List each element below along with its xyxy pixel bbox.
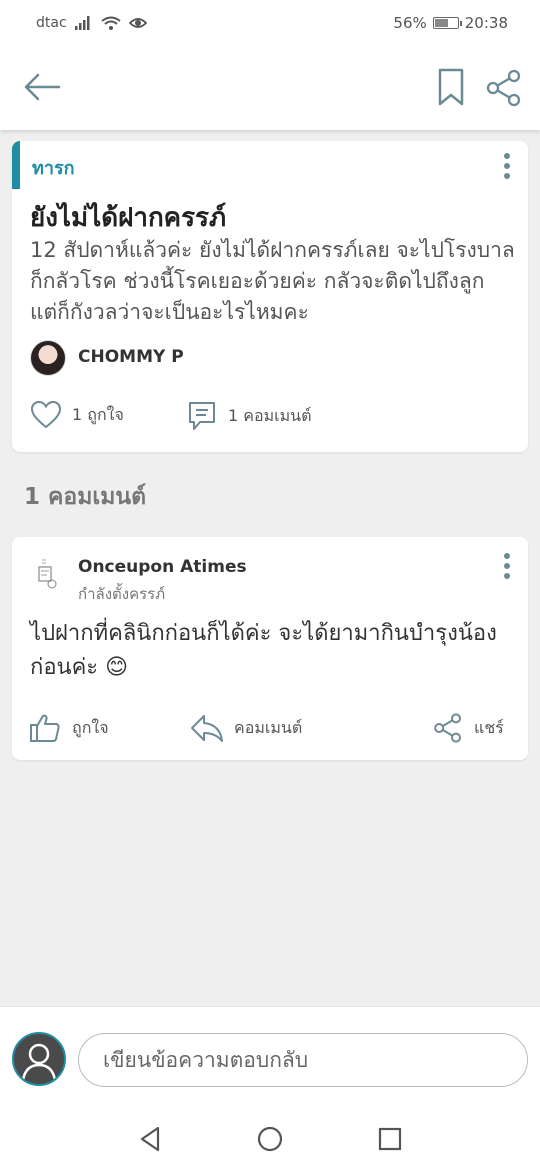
share-button[interactable]	[484, 68, 524, 108]
reply-icon	[191, 715, 223, 742]
commenter-avatar[interactable]	[30, 557, 66, 593]
category-accent-bar	[12, 141, 20, 189]
battery-icon	[432, 17, 462, 29]
bookmark-button[interactable]	[434, 66, 468, 110]
reply-bar	[0, 1006, 540, 1108]
app-bar	[0, 46, 540, 130]
arrow-left-icon	[24, 73, 61, 101]
comment-like-button[interactable]: ถูกใจ	[28, 712, 109, 744]
like-button[interactable]: 1 ถูกใจ	[30, 400, 124, 430]
status-left: dtac	[36, 15, 147, 31]
heart-icon	[30, 400, 62, 429]
comment-share-label: แชร์	[474, 717, 504, 737]
battery-fill	[434, 19, 449, 27]
status-right: 56% 20:38	[393, 14, 508, 32]
post-body: 12 สัปดาห์แล้วค่ะ ยังไม่ได้ฝากครรภ์เลย จ…	[30, 238, 515, 324]
comment-text: ไปฝากที่คลินิกก่อนก็ได้ค่ะ จะได้ยามากินบ…	[30, 621, 497, 680]
more-vertical-icon[interactable]	[495, 551, 519, 583]
author-name[interactable]: CHOMMY P	[78, 347, 184, 367]
user-avatar[interactable]	[12, 1032, 66, 1086]
bookmark-icon	[438, 68, 464, 106]
share-icon	[434, 713, 461, 743]
comment-reply-label: คอมเมนต์	[234, 717, 303, 737]
commenter-name[interactable]: Onceupon Atimes	[78, 557, 247, 577]
reply-input[interactable]	[78, 1033, 528, 1087]
status-bar: dtac 56% 20:38	[0, 0, 540, 46]
like-count: 1 ถูกใจ	[72, 404, 124, 424]
nav-back-icon[interactable]	[136, 1124, 166, 1154]
more-vertical-icon[interactable]	[495, 151, 519, 183]
system-nav-bar	[0, 1108, 540, 1170]
post-title: ยังไม่ได้ฝากครรภ์	[30, 203, 227, 233]
comment-card: Onceupon Atimes กำลังตั้งครรภ์ ไปฝากที่ค…	[12, 537, 528, 760]
comment-icon	[189, 402, 215, 430]
commenter-status: กำลังตั้งครรภ์	[78, 585, 166, 603]
post-category[interactable]: ทารก	[32, 153, 75, 182]
clock: 20:38	[464, 14, 508, 32]
back-button[interactable]	[22, 68, 62, 108]
comment-count-button[interactable]: 1 คอมเมนต์	[186, 400, 311, 432]
thumbs-up-icon	[30, 714, 60, 742]
carrier-label: dtac	[36, 15, 67, 31]
eye-comfort-icon	[128, 18, 147, 28]
post-card: ทารก ยังไม่ได้ฝากครรภ์ 12 สัปดาห์แล้วค่ะ…	[12, 141, 528, 452]
author-avatar[interactable]	[30, 340, 66, 376]
wifi-icon	[101, 16, 121, 30]
comment-count: 1 คอมเมนต์	[228, 405, 312, 425]
comment-like-label: ถูกใจ	[72, 717, 109, 737]
nav-home-icon[interactable]	[255, 1124, 285, 1154]
comment-reply-button[interactable]: คอมเมนต์	[190, 712, 302, 744]
share-icon	[486, 69, 521, 107]
user-icon	[21, 1043, 57, 1081]
comments-header: 1 คอมเมนต์	[24, 484, 147, 510]
signal-icon	[74, 16, 90, 30]
battery-percent: 56%	[393, 14, 427, 32]
comment-share-button[interactable]: แชร์	[432, 712, 504, 744]
nav-recents-icon[interactable]	[375, 1124, 405, 1154]
